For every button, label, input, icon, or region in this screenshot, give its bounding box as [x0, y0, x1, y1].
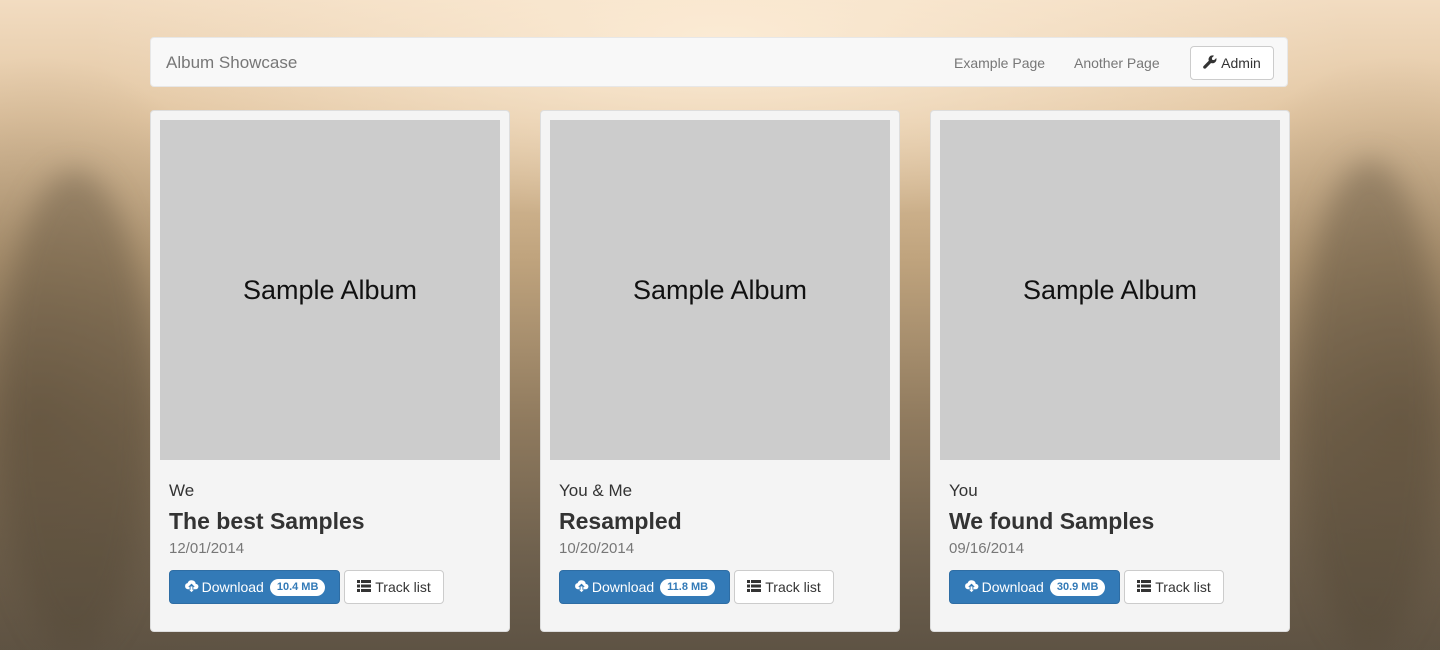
- album-card: Sample Album You & Me Resampled 10/20/20…: [540, 110, 900, 632]
- list-icon: [357, 579, 372, 596]
- nav-link-example-page[interactable]: Example Page: [954, 55, 1045, 71]
- track-list-label: Track list: [765, 579, 821, 595]
- album-artist: You: [949, 481, 978, 500]
- nav-link-another-page[interactable]: Another Page: [1074, 55, 1160, 71]
- album-title: The best Samples: [169, 508, 365, 534]
- admin-button[interactable]: Admin: [1190, 46, 1274, 80]
- download-button[interactable]: Download 10.4 MB: [169, 570, 340, 604]
- track-list-button[interactable]: Track list: [1124, 570, 1224, 604]
- background-blur: [1300, 160, 1440, 650]
- file-size-badge: 30.9 MB: [1049, 578, 1106, 596]
- album-date: 09/16/2014: [949, 540, 1025, 557]
- background-blur: [0, 170, 150, 650]
- download-label: Download: [591, 579, 655, 595]
- file-size-badge: 11.8 MB: [660, 578, 716, 596]
- album-date: 10/20/2014: [559, 540, 635, 557]
- album-cover[interactable]: Sample Album: [550, 120, 890, 460]
- album-title: Resampled: [559, 508, 682, 534]
- album-cover-text: Sample Album: [632, 274, 808, 305]
- album-title: We found Samples: [949, 508, 1155, 534]
- navbar: Album Showcase Example Page Another Page…: [150, 37, 1288, 87]
- album-cover[interactable]: Sample Album: [160, 120, 500, 460]
- track-list-label: Track list: [1155, 579, 1211, 595]
- album-artist: You & Me: [559, 481, 633, 500]
- album-date: 12/01/2014: [169, 540, 245, 557]
- download-button[interactable]: Download 11.8 MB: [559, 570, 730, 604]
- track-list-button[interactable]: Track list: [344, 570, 444, 604]
- album-card: Sample Album You We found Samples 09/16/…: [930, 110, 1290, 632]
- list-icon: [747, 579, 762, 596]
- wrench-icon: [1203, 54, 1217, 72]
- cloud-download-icon: [964, 578, 979, 596]
- download-label: Download: [201, 579, 264, 595]
- admin-label: Admin: [1221, 55, 1261, 71]
- album-card: Sample Album We The best Samples 12/01/2…: [150, 110, 510, 632]
- album-artist: We: [169, 481, 195, 500]
- cloud-download-icon: [184, 578, 199, 596]
- list-icon: [1137, 579, 1152, 596]
- download-button[interactable]: Download 30.9 MB: [949, 570, 1120, 604]
- brand-title[interactable]: Album Showcase: [166, 53, 297, 73]
- track-list-button[interactable]: Track list: [734, 570, 834, 604]
- download-label: Download: [981, 579, 1044, 595]
- album-cover-text: Sample Album: [242, 274, 418, 305]
- album-cover[interactable]: Sample Album: [940, 120, 1280, 460]
- cloud-download-icon: [574, 578, 589, 596]
- file-size-badge: 10.4 MB: [269, 578, 326, 596]
- track-list-label: Track list: [375, 579, 431, 595]
- album-cover-text: Sample Album: [1022, 274, 1198, 305]
